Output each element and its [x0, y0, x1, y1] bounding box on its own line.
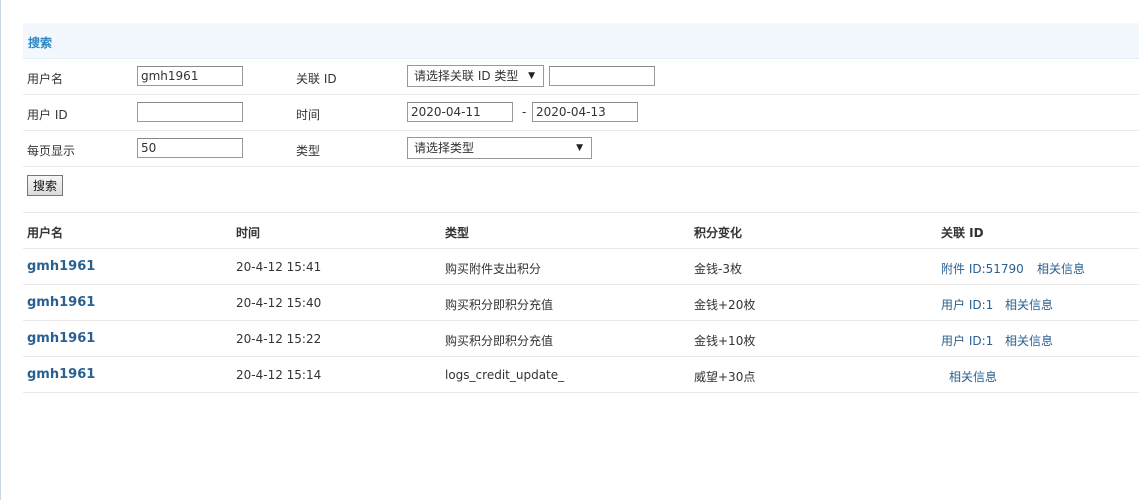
- column-header-related-id: 关联 ID: [941, 226, 984, 240]
- table-header-divider: [23, 248, 1139, 249]
- search-panel-header: 搜索: [23, 23, 1139, 59]
- row-related-info-link[interactable]: 相关信息: [1037, 260, 1085, 277]
- username-label: 用户名: [27, 72, 64, 86]
- time-range-separator: -: [522, 105, 527, 119]
- row-type: 购买积分即积分充值: [445, 334, 554, 348]
- table-row-divider: [23, 392, 1139, 393]
- row-time: 20-4-12 15:22: [236, 332, 322, 346]
- search-row-divider: [23, 212, 1139, 213]
- row-credit-change: 金钱+20枚: [694, 298, 756, 312]
- column-header-username: 用户名: [27, 226, 64, 240]
- row-related-info-link[interactable]: 相关信息: [949, 368, 997, 385]
- per-page-label: 每页显示: [27, 144, 76, 158]
- row-related-info-link[interactable]: 相关信息: [1005, 332, 1053, 349]
- user-id-label: 用户 ID: [27, 108, 68, 122]
- row-type: logs_credit_update_: [445, 368, 565, 382]
- per-page-input[interactable]: [137, 138, 243, 158]
- column-header-time: 时间: [236, 226, 261, 240]
- user-id-input[interactable]: [137, 102, 243, 122]
- table-row-divider: [23, 284, 1139, 285]
- time-to-input[interactable]: [532, 102, 638, 122]
- type-selected: 请选择类型: [414, 141, 475, 155]
- table-row-divider: [23, 320, 1139, 321]
- username-input[interactable]: [137, 66, 243, 86]
- related-id-type-select[interactable]: 请选择关联 ID 类型 ▼: [407, 65, 544, 87]
- row-username-link[interactable]: gmh1961: [27, 331, 95, 346]
- row-related-id-link[interactable]: 用户 ID:1: [941, 332, 993, 349]
- row-username-link[interactable]: gmh1961: [27, 295, 95, 310]
- dropdown-arrow-icon: ▼: [528, 71, 535, 81]
- row-related-info-link[interactable]: 相关信息: [1005, 296, 1053, 313]
- frame-left-border: [0, 0, 1, 500]
- row-credit-change: 威望+30点: [694, 370, 756, 384]
- row-type: 购买积分即积分充值: [445, 298, 554, 312]
- type-label: 类型: [296, 144, 321, 158]
- row-credit-change: 金钱+10枚: [694, 334, 756, 348]
- time-label: 时间: [296, 108, 321, 122]
- column-header-credit-change: 积分变化: [694, 226, 743, 240]
- table-row-divider: [23, 356, 1139, 357]
- related-id-type-selected: 请选择关联 ID 类型: [414, 69, 519, 83]
- row-time: 20-4-12 15:40: [236, 296, 322, 310]
- search-panel-title: 搜索: [28, 36, 53, 50]
- dropdown-arrow-icon: ▼: [576, 143, 583, 153]
- related-id-input[interactable]: [549, 66, 655, 86]
- type-select[interactable]: 请选择类型 ▼: [407, 137, 592, 159]
- row-related-id-link[interactable]: 用户 ID:1: [941, 296, 993, 313]
- row-username-link[interactable]: gmh1961: [27, 259, 95, 274]
- row-type: 购买附件支出积分: [445, 262, 542, 276]
- column-header-type: 类型: [445, 226, 470, 240]
- row-username-link[interactable]: gmh1961: [27, 367, 95, 382]
- time-from-input[interactable]: [407, 102, 513, 122]
- search-button[interactable]: 搜索: [27, 175, 63, 196]
- row-time: 20-4-12 15:41: [236, 260, 322, 274]
- row-time: 20-4-12 15:14: [236, 368, 322, 382]
- row-related-id-link[interactable]: 附件 ID:51790: [941, 260, 1024, 277]
- row-credit-change: 金钱-3枚: [694, 262, 742, 276]
- related-id-label: 关联 ID: [296, 72, 337, 86]
